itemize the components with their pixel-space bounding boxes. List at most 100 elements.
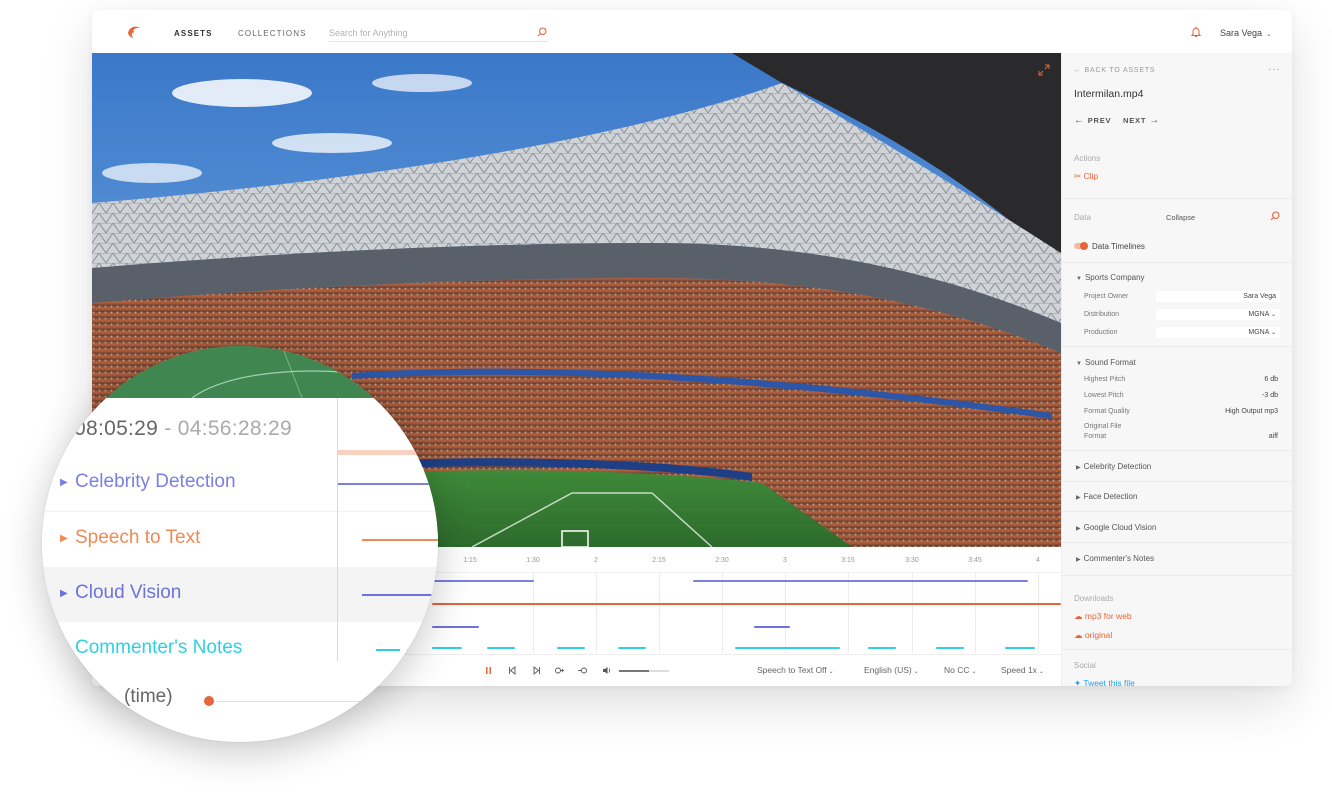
- speech-segment: [362, 539, 438, 541]
- group-google-cloud-vision[interactable]: ▶ Google Cloud Vision: [1076, 523, 1156, 532]
- arrow-right-icon: →: [1149, 115, 1160, 126]
- vision-segment[interactable]: [754, 626, 790, 628]
- caret-right-icon: ▶: [60, 643, 68, 654]
- scissors-icon: ✂: [1074, 171, 1082, 181]
- chevron-down-icon: ⌄: [971, 669, 977, 675]
- nav-assets[interactable]: ASSETS: [174, 29, 213, 38]
- time-slider-knob[interactable]: [204, 696, 214, 706]
- download-mp3-link[interactable]: ☁ mp3 for web: [1074, 611, 1132, 622]
- tick-label: 1:30: [526, 557, 540, 564]
- notes-segment[interactable]: [618, 647, 646, 649]
- notes-segment[interactable]: [487, 647, 515, 649]
- caret-right-icon: ▶: [1076, 495, 1081, 501]
- expand-icon[interactable]: [1037, 63, 1051, 77]
- tick-label: 3:15: [841, 557, 855, 564]
- field-label: Original File: [1084, 423, 1122, 430]
- dropdown-label: English (US): [864, 665, 912, 675]
- speed-dropdown[interactable]: Speed 1x ⌄: [1001, 665, 1044, 675]
- volume-icon[interactable]: [601, 665, 612, 676]
- back-to-assets-link[interactable]: ← BACK TO ASSETS: [1074, 67, 1155, 74]
- divider: [1062, 511, 1292, 512]
- dolphin-logo[interactable]: [126, 24, 142, 40]
- notes-segment[interactable]: [1005, 647, 1035, 649]
- pitch-thumbnail: [42, 346, 438, 399]
- grid-line: [848, 573, 849, 653]
- notes-segment[interactable]: [868, 647, 896, 649]
- download-original-link[interactable]: ☁ original: [1074, 630, 1112, 641]
- step-forward-icon[interactable]: [531, 665, 542, 676]
- chevron-down-icon: ⌄: [1038, 669, 1044, 675]
- next-button[interactable]: NEXT →: [1123, 115, 1160, 126]
- track-row-speech[interactable]: ▶ Speech to Text: [42, 511, 438, 566]
- nav-collections[interactable]: COLLECTIONS: [238, 29, 307, 38]
- volume-slider[interactable]: [619, 670, 669, 672]
- field-label: Format Quality: [1084, 408, 1130, 415]
- bell-icon[interactable]: [1190, 26, 1202, 38]
- group-face-detection[interactable]: ▶ Face Detection: [1076, 492, 1137, 501]
- group-celebrity-detection[interactable]: ▶ Celebrity Detection: [1076, 462, 1151, 471]
- vision-segment[interactable]: [432, 626, 479, 628]
- tick-label: 4: [1036, 557, 1040, 564]
- group-title: Sports Company: [1084, 273, 1145, 282]
- downloads-label: Downloads: [1074, 594, 1114, 603]
- tweet-label: Tweet this file: [1083, 678, 1135, 686]
- collapse-button[interactable]: Collapse: [1166, 213, 1195, 222]
- speech-to-text-dropdown[interactable]: Speech to Text Off ⌄: [757, 665, 834, 675]
- notes-segment[interactable]: [735, 647, 840, 649]
- caret-right-icon: ▶: [1076, 526, 1081, 532]
- notes-segment[interactable]: [557, 647, 585, 649]
- data-label: Data: [1074, 213, 1091, 222]
- group-sports-company[interactable]: ▼ Sports Company: [1076, 273, 1145, 282]
- caret-right-icon: ▶: [60, 533, 68, 544]
- data-timelines-toggle[interactable]: [1074, 242, 1088, 250]
- notes-segment[interactable]: [936, 647, 964, 649]
- back-label: BACK TO ASSETS: [1084, 67, 1156, 74]
- track-row-vision[interactable]: ▶ Cloud Vision: [42, 567, 438, 622]
- speech-segment[interactable]: [432, 603, 1061, 605]
- prev-button[interactable]: ← PREV: [1074, 115, 1111, 126]
- tweet-link[interactable]: ✦ Tweet this file: [1074, 678, 1135, 686]
- original-format-value: aiff: [1268, 433, 1278, 440]
- chevron-down-icon: ⌄: [1266, 31, 1272, 38]
- distribution-select[interactable]: MGNA ⌄: [1156, 309, 1280, 320]
- pause-icon[interactable]: [483, 665, 494, 676]
- actions-label: Actions: [1074, 154, 1101, 163]
- celebrity-segment[interactable]: [693, 580, 1028, 582]
- download-label: mp3 for web: [1084, 611, 1132, 621]
- group-title: Sound Format: [1084, 358, 1136, 367]
- captions-dropdown[interactable]: No CC ⌄: [944, 665, 977, 675]
- clip-button[interactable]: ✂ Clip: [1074, 171, 1098, 182]
- search-icon[interactable]: [1270, 211, 1280, 221]
- group-sound-format[interactable]: ▼ Sound Format: [1076, 358, 1136, 367]
- language-dropdown[interactable]: English (US) ⌄: [864, 665, 919, 675]
- track-label: Speech to Text: [75, 527, 201, 548]
- track-label: Celebrity Detection: [75, 471, 236, 492]
- notes-segment: [376, 649, 400, 651]
- search-input[interactable]: [329, 26, 529, 40]
- field-label: Lowest Pitch: [1084, 392, 1124, 399]
- search-bar: [329, 24, 549, 42]
- grid-line: [1038, 573, 1039, 653]
- zoom-out-icon[interactable]: [577, 665, 588, 676]
- search-icon[interactable]: [537, 27, 547, 37]
- zoom-in-icon[interactable]: [554, 665, 565, 676]
- celebrity-segment[interactable]: [432, 580, 534, 582]
- grid-line: [722, 573, 723, 653]
- chevron-down-icon: ⌄: [828, 669, 834, 675]
- time-separator: -: [164, 417, 172, 440]
- more-options-icon[interactable]: ···: [1268, 64, 1281, 75]
- project-owner-field[interactable]: Sara Vega: [1156, 291, 1280, 302]
- user-menu[interactable]: Sara Vega ⌄: [1220, 28, 1272, 38]
- divider: [1062, 649, 1292, 650]
- grid-line: [785, 573, 786, 653]
- group-commenters-notes[interactable]: ▶ Commenter's Notes: [1076, 554, 1154, 563]
- download-label: original: [1084, 630, 1113, 640]
- production-select[interactable]: MGNA ⌄: [1156, 327, 1280, 338]
- user-name: Sara Vega: [1220, 28, 1263, 38]
- field-label: Distribution: [1084, 311, 1120, 318]
- tick-label: 2:30: [715, 557, 729, 564]
- step-back-icon[interactable]: [507, 665, 518, 676]
- divider: [1062, 542, 1292, 543]
- track-row-celebrity[interactable]: ▶ Celebrity Detection: [42, 456, 438, 511]
- time-slider-track[interactable]: [216, 701, 396, 702]
